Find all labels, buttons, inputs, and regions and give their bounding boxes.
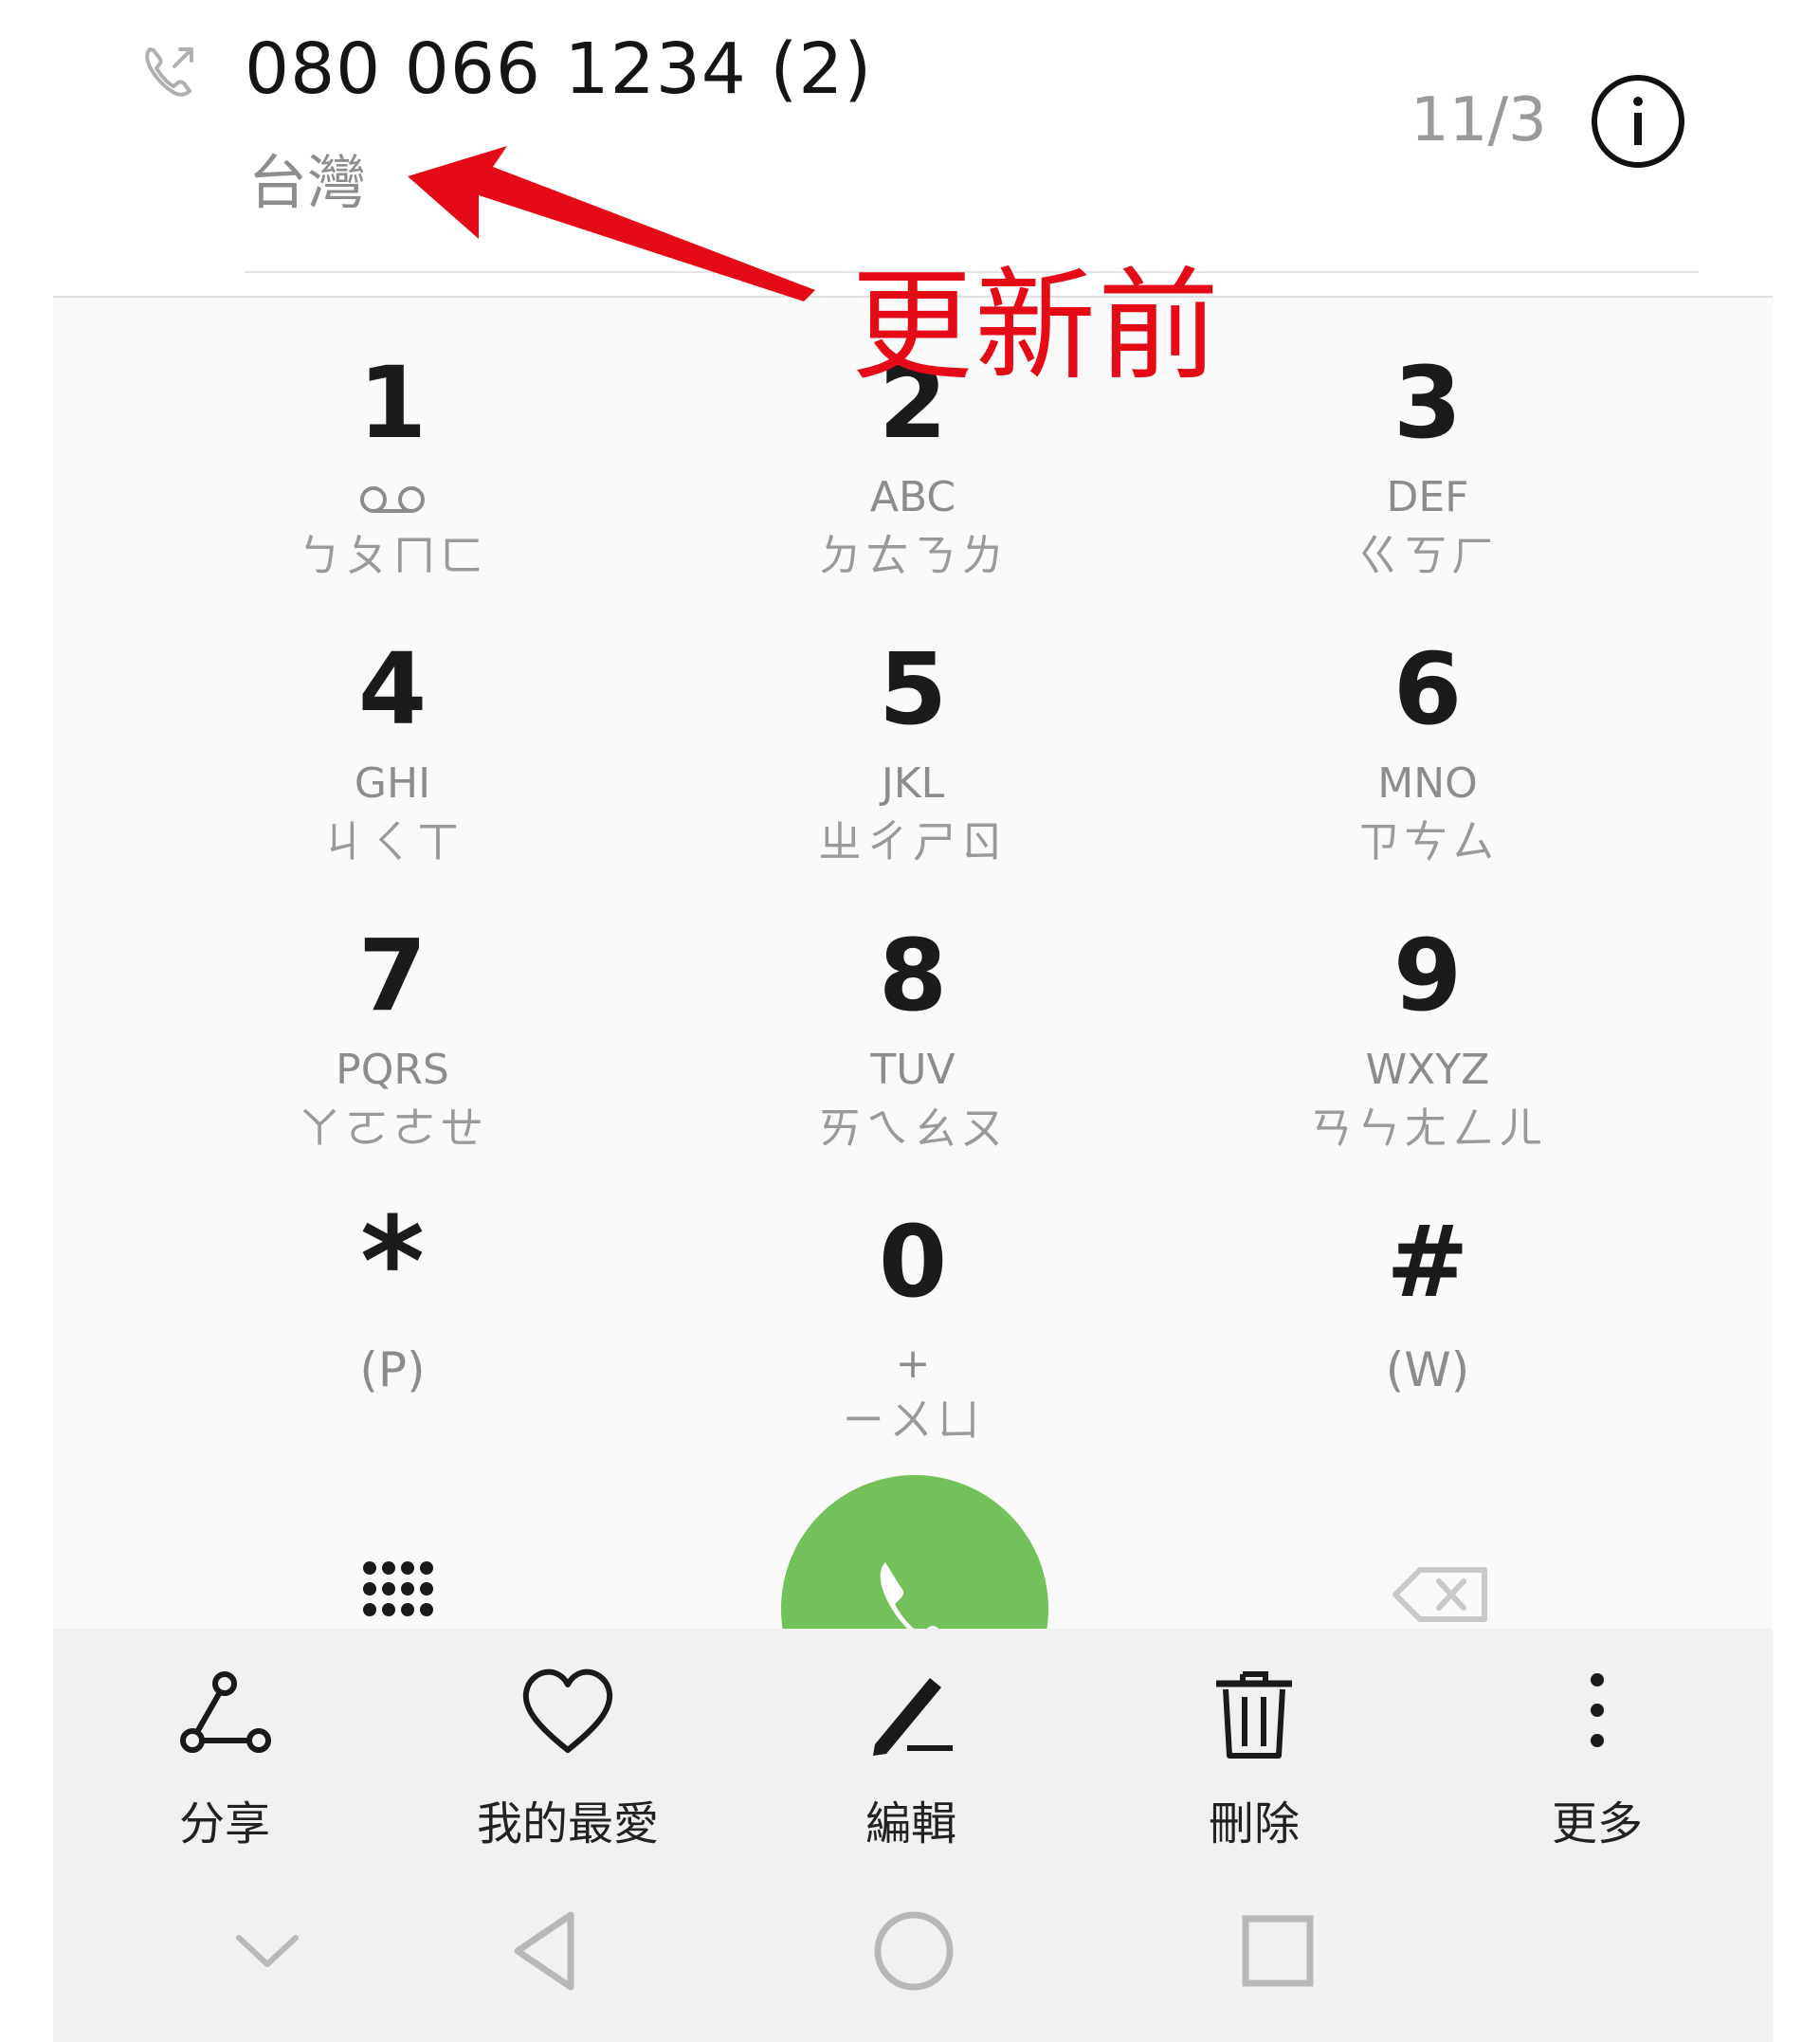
key-0[interactable]: 0 + ㄧㄨㄩ: [647, 1157, 1178, 1445]
edit-icon: [873, 1678, 953, 1756]
outgoing-call-icon: [145, 47, 193, 97]
navigation-bar: [53, 1856, 1773, 2042]
home-icon[interactable]: [857, 1894, 971, 2008]
key-digit: 8: [878, 918, 948, 1033]
key-letters: +: [895, 1340, 931, 1388]
key-digit: #: [1386, 1204, 1469, 1320]
key-digit: *: [360, 1190, 425, 1334]
key-letters: (W): [1385, 1342, 1470, 1397]
favorite-button[interactable]: 我的最愛: [426, 1667, 710, 1856]
more-button[interactable]: 更多: [1455, 1667, 1739, 1856]
key-letters: WXYZ: [1365, 1046, 1490, 1094]
key-letters: PQRS: [336, 1046, 449, 1094]
annotation-label: 更新前: [851, 256, 1222, 397]
key-digit: 3: [1392, 345, 1463, 461]
key-9[interactable]: 9 WXYZ ㄢㄣㄤㄥㄦ: [1162, 870, 1693, 1153]
key-8[interactable]: 8 TUV ㄞㄟㄠㄡ: [647, 870, 1178, 1153]
screen-margin-left: [0, 296, 53, 2042]
trash-icon: [1216, 1671, 1292, 1759]
key-letters: JKL: [881, 759, 945, 808]
share-button[interactable]: 分享: [82, 1667, 367, 1856]
hide-keyboard-icon[interactable]: [210, 1894, 324, 2008]
info-icon[interactable]: [1589, 72, 1687, 171]
key-bopomofo: ㄞㄟㄠㄡ: [818, 1103, 1008, 1154]
share-label: 分享: [178, 1797, 270, 1851]
back-icon[interactable]: [489, 1894, 603, 2008]
key-6[interactable]: 6 MNO ㄗㄘㄙ: [1162, 584, 1693, 866]
key-4[interactable]: 4 GHI ㄐㄑㄒ: [127, 584, 658, 866]
key-bopomofo: ㄢㄣㄤㄥㄦ: [1309, 1103, 1546, 1154]
delete-button[interactable]: 刪除: [1112, 1667, 1396, 1856]
action-bar: 分享 我的最愛 編輯 刪除 更多: [53, 1629, 1773, 1856]
key-star[interactable]: * (P): [127, 1157, 658, 1431]
phone-screen: 080 066 1234 (2) 台灣 11/3 1 ㄅㄆㄇㄈ 2 ABC ㄉㄊ…: [0, 0, 1820, 2042]
screen-margin-right: [1773, 296, 1820, 2042]
call-location: 台灣: [248, 148, 367, 217]
key-bopomofo: ㄐㄑㄒ: [321, 816, 464, 867]
backspace-icon[interactable]: [1392, 1566, 1490, 1623]
key-digit: 5: [878, 631, 948, 747]
favorite-label: 我的最愛: [476, 1797, 659, 1851]
key-digit: 1: [357, 345, 428, 461]
edit-label: 編輯: [864, 1797, 956, 1851]
key-digit: 6: [1392, 631, 1463, 747]
key-digit: 7: [357, 918, 428, 1033]
key-digit: 0: [878, 1204, 948, 1320]
key-bopomofo: ㄅㄆㄇㄈ: [298, 530, 487, 581]
key-1[interactable]: 1 ㄅㄆㄇㄈ: [127, 298, 658, 580]
voicemail-icon: [360, 486, 425, 513]
key-bopomofo: ㄗㄘㄙ: [1356, 816, 1499, 867]
key-letters: TUV: [870, 1046, 956, 1094]
heart-icon: [522, 1668, 613, 1753]
phone-number: 080 066 1234 (2): [245, 28, 872, 110]
key-bopomofo: ㄓㄔㄕㄖ: [818, 816, 1008, 867]
more-vertical-icon: [1591, 1673, 1604, 1747]
call-count: (2): [770, 28, 873, 110]
key-letters: GHI: [354, 759, 431, 808]
call-date: 11/3: [1410, 85, 1547, 155]
phone-number-text: 080 066 1234: [245, 28, 747, 110]
key-bopomofo: ㄍㄎㄏ: [1356, 530, 1499, 581]
dial-pad: 1 ㄅㄆㄇㄈ 2 ABC ㄉㄊㄋㄌ 3 DEF ㄍㄎㄏ 4 GHI ㄐㄑㄒ 5 …: [53, 296, 1773, 1742]
key-3[interactable]: 3 DEF ㄍㄎㄏ: [1162, 298, 1693, 580]
recents-icon[interactable]: [1221, 1894, 1335, 2008]
key-letters: ABC: [869, 473, 956, 521]
key-5[interactable]: 5 JKL ㄓㄔㄕㄖ: [647, 584, 1178, 866]
key-letters: DEF: [1386, 473, 1469, 521]
key-bopomofo: ㄉㄊㄋㄌ: [818, 530, 1008, 581]
key-digit: 9: [1392, 918, 1463, 1033]
key-7[interactable]: 7 PQRS ㄚㄛㄜㄝ: [127, 870, 658, 1153]
more-label: 更多: [1551, 1797, 1643, 1851]
key-letters: MNO: [1377, 759, 1478, 808]
key-bopomofo: ㄚㄛㄜㄝ: [298, 1103, 487, 1154]
key-bopomofo: ㄧㄨㄩ: [842, 1395, 984, 1446]
delete-label: 刪除: [1208, 1797, 1300, 1851]
key-letters: (P): [359, 1342, 426, 1397]
share-icon: [180, 1671, 271, 1753]
key-hash[interactable]: # (W): [1162, 1157, 1693, 1431]
dialpad-toggle-icon[interactable]: [360, 1559, 436, 1621]
edit-button[interactable]: 編輯: [769, 1667, 1053, 1856]
key-digit: 4: [357, 631, 428, 747]
